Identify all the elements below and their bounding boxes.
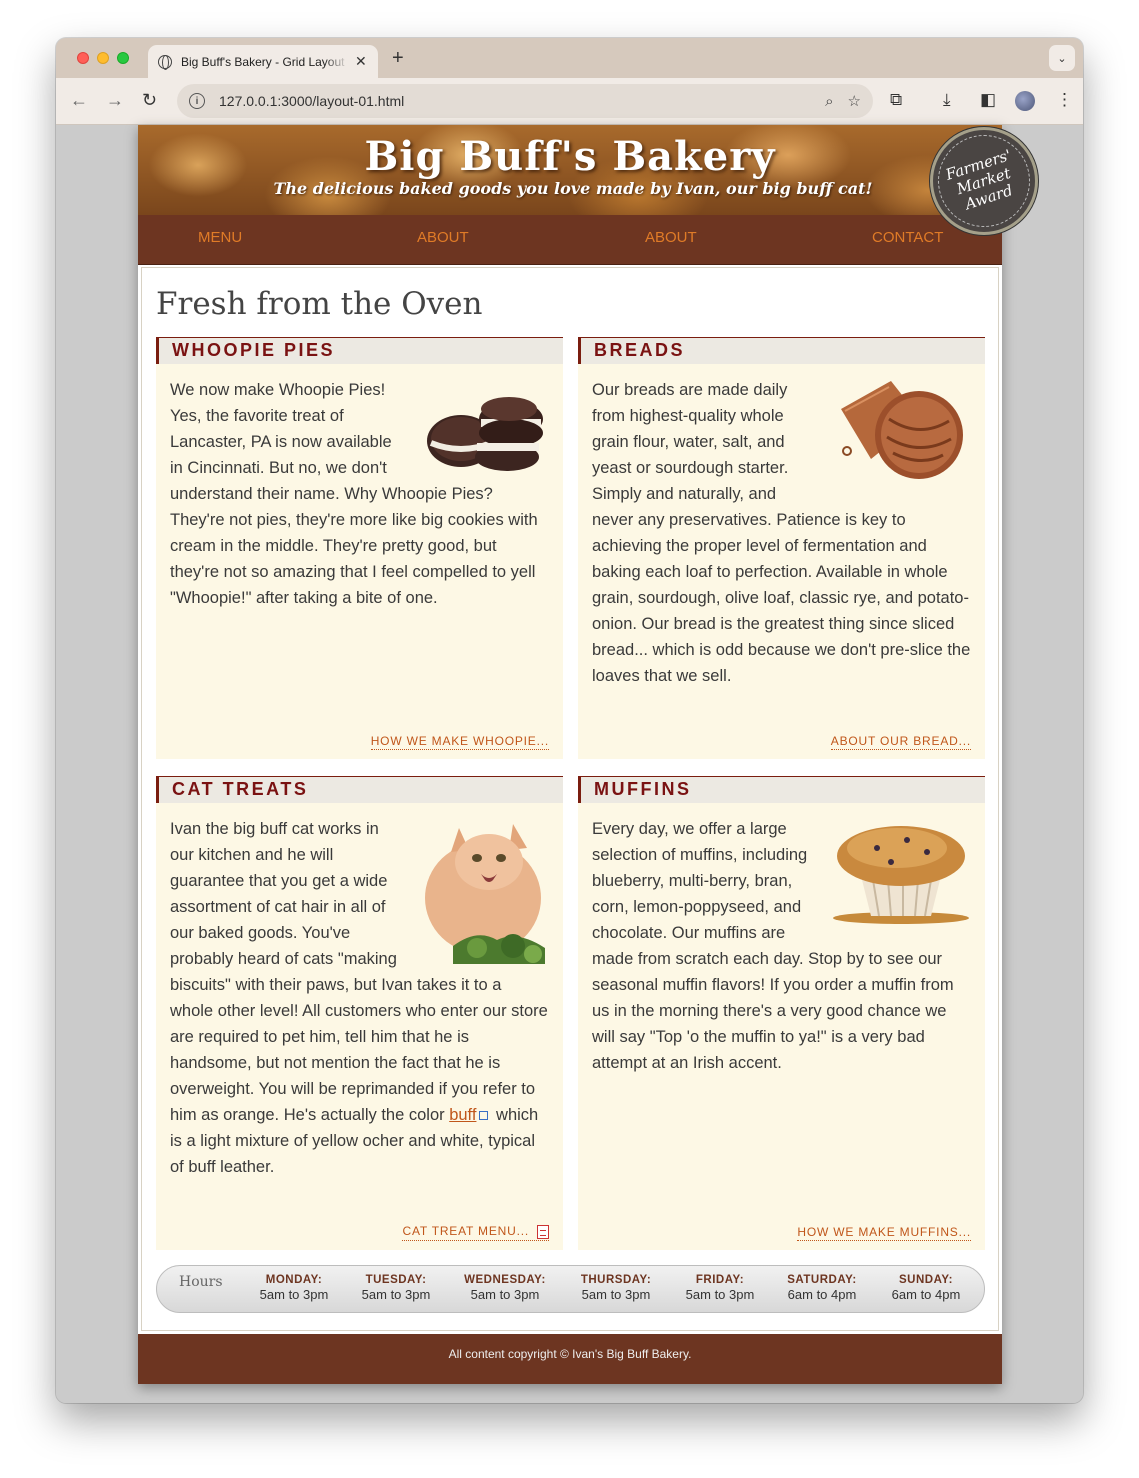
address-bar[interactable]: i 127.0.0.1:3000/layout-01.html ⌕ ☆ — [177, 84, 873, 118]
page-container: Big Buff's Bakery The delicious baked go… — [138, 125, 1038, 1384]
nav-menu[interactable]: MENU — [198, 229, 242, 246]
card-whoopie-pies: WHOOPIE PIES We now make Whoopie Pies! Y… — [156, 337, 563, 759]
main-content: Fresh from the Oven WHOOPIE PIES We now … — [141, 267, 999, 1331]
card-muffins: MUFFINS Every day, we offer a large sele… — [578, 776, 985, 1250]
minimize-window-button[interactable] — [97, 52, 109, 64]
nav-about[interactable]: ABOUT — [417, 229, 469, 246]
browser-toolbar: ← → ↻ i 127.0.0.1:3000/layout-01.html ⌕ … — [56, 78, 1083, 125]
muffin-image — [831, 818, 971, 926]
url-text[interactable]: 127.0.0.1:3000/layout-01.html — [219, 93, 811, 109]
award-badge: Farmers' Market Award — [930, 127, 1038, 235]
main-nav: MENU ABOUT ABOUT CONTACT — [138, 215, 1002, 265]
external-link-icon — [479, 1111, 489, 1120]
page-viewport: Big Buff's Bakery The delicious baked go… — [56, 125, 1083, 1403]
how-we-make-whoopie-link[interactable]: HOW WE MAKE WHOOPIE... — [370, 734, 549, 750]
header-banner: Big Buff's Bakery The delicious baked go… — [138, 125, 1002, 215]
zoom-icon[interactable]: ⌕ — [825, 93, 833, 110]
hours-day: SATURDAY: 6am to 4pm — [787, 1274, 857, 1302]
chevron-down-icon[interactable]: ⌄ — [1049, 45, 1075, 71]
award-text: Farmers' Market Award — [943, 145, 1016, 213]
tab-strip: Big Buff's Bakery - Grid Layout ✕ + ⌄ — [56, 38, 1083, 78]
about-our-bread-link[interactable]: ABOUT OUR BREAD... — [830, 734, 971, 750]
globe-icon — [158, 54, 172, 70]
page-title: Fresh from the Oven — [156, 286, 483, 322]
kebab-menu-icon[interactable]: ⋮ — [1056, 90, 1073, 110]
download-icon[interactable]: ⤓ — [943, 90, 951, 110]
hours-day: MONDAY: 5am to 3pm — [259, 1274, 329, 1302]
site-title: Big Buff's Bakery — [364, 133, 776, 180]
hours-day: FRIDAY: 5am to 3pm — [685, 1274, 755, 1302]
card-cat-treats: CAT TREATS Ivan the big buff cat works i… — [156, 776, 563, 1250]
sidebar-icon[interactable]: ◧ — [980, 90, 996, 110]
page-footer: All content copyright © Ivan's Big Buff … — [138, 1332, 1002, 1384]
close-window-button[interactable] — [77, 52, 89, 64]
buff-link[interactable]: buff — [449, 1106, 476, 1124]
pdf-icon — [537, 1225, 549, 1239]
tab-close-icon[interactable]: ✕ — [355, 53, 367, 70]
hours-label: Hours — [179, 1274, 223, 1290]
cat-treat-menu-link[interactable]: CAT TREAT MENU... — [402, 1224, 549, 1241]
card-breads: BREADS Our breads are made daily from hi… — [578, 337, 985, 759]
card-title: CAT TREATS — [156, 776, 563, 803]
extensions-icon[interactable]: ⧉ — [890, 90, 902, 110]
avatar[interactable] — [1015, 91, 1035, 111]
browser-window: Big Buff's Bakery - Grid Layout ✕ + ⌄ ← … — [56, 38, 1083, 1403]
nav-about-2[interactable]: ABOUT — [645, 229, 697, 246]
bread-image — [831, 379, 971, 479]
hours-day: TUESDAY: 5am to 3pm — [361, 1274, 431, 1302]
hours-bar: Hours MONDAY: 5am to 3pm TUESDAY: 5am to… — [156, 1265, 985, 1313]
site-info-icon[interactable]: i — [189, 93, 205, 109]
bookmark-star-icon[interactable]: ☆ — [848, 92, 861, 110]
hours-day: THURSDAY: 5am to 3pm — [580, 1274, 652, 1302]
site-tagline: The delicious baked goods you love made … — [273, 179, 873, 198]
card-title: BREADS — [578, 337, 985, 364]
back-arrow-icon[interactable]: ← — [70, 90, 88, 111]
new-tab-icon[interactable]: + — [392, 47, 404, 70]
tab-title: Big Buff's Bakery - Grid Layout — [181, 54, 345, 69]
cat-image — [417, 818, 549, 964]
browser-tab[interactable]: Big Buff's Bakery - Grid Layout ✕ — [148, 45, 378, 78]
hours-day: SUNDAY: 6am to 4pm — [891, 1274, 961, 1302]
forward-arrow-icon[interactable]: → — [106, 90, 124, 111]
reload-icon[interactable]: ↻ — [142, 90, 157, 111]
nav-contact[interactable]: CONTACT — [872, 229, 943, 246]
card-title: WHOOPIE PIES — [156, 337, 563, 364]
how-we-make-muffins-link[interactable]: HOW WE MAKE MUFFINS... — [797, 1225, 971, 1241]
maximize-window-button[interactable] — [117, 52, 129, 64]
hours-day: WEDNESDAY: 5am to 3pm — [464, 1274, 546, 1302]
whoopie-pies-image — [419, 379, 549, 475]
card-title: MUFFINS — [578, 776, 985, 803]
